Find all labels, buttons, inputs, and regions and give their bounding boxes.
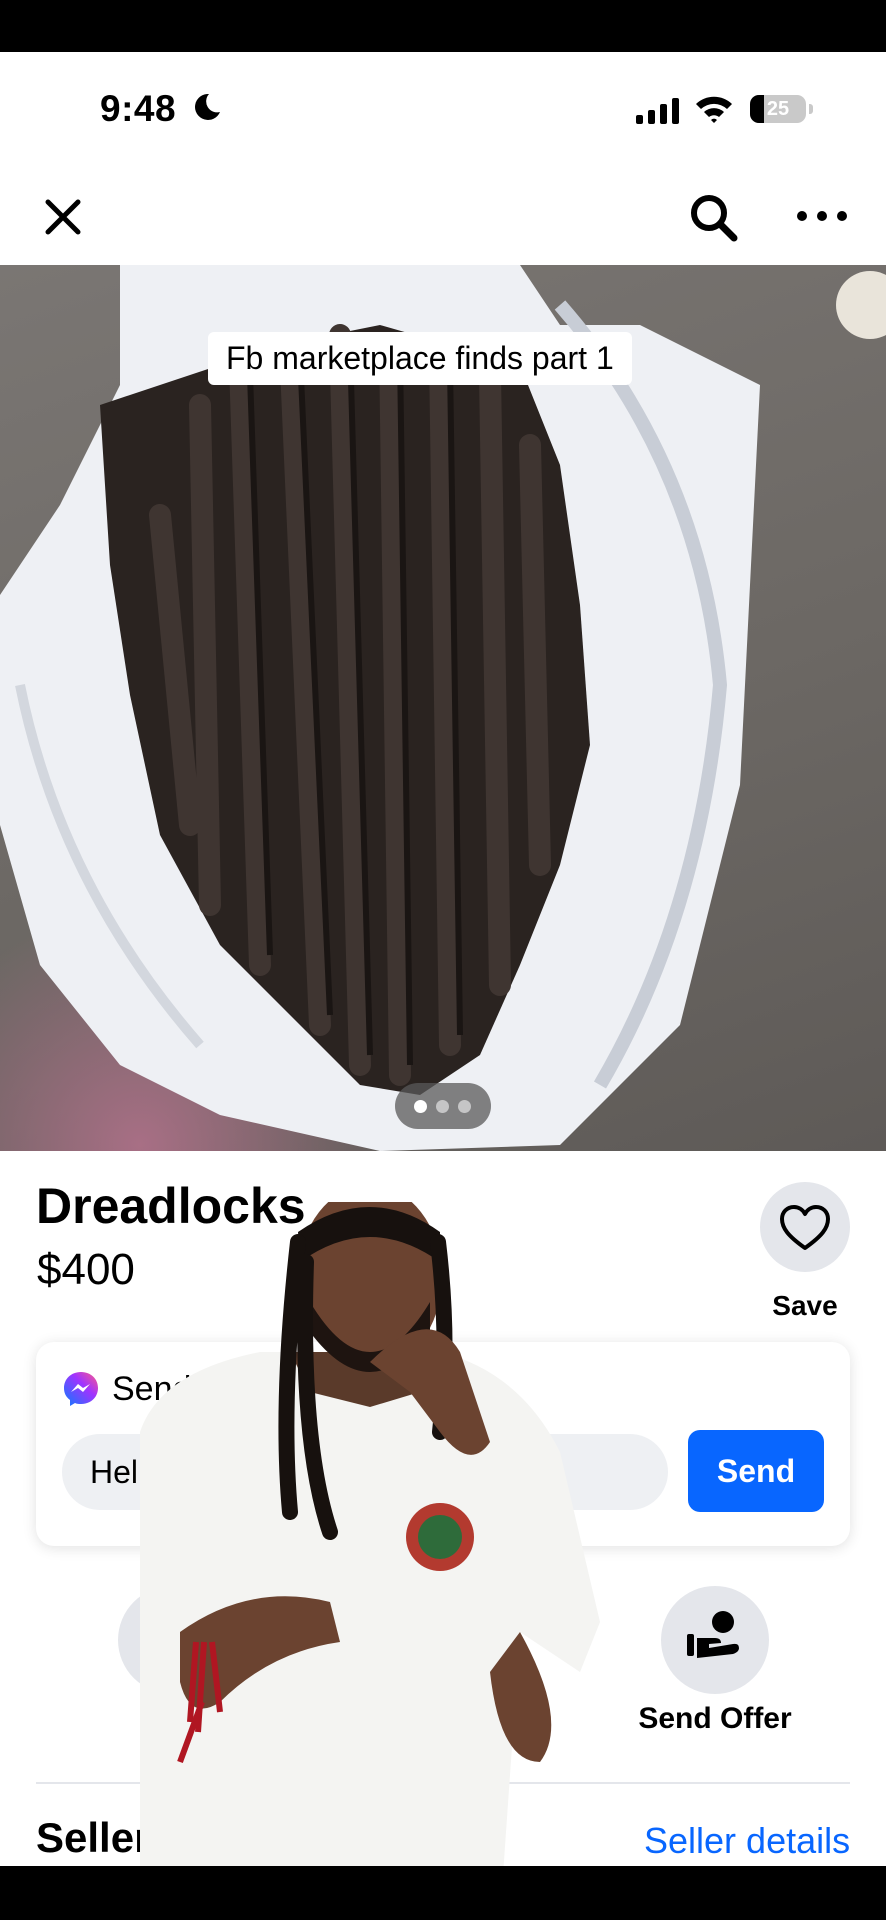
pager-dot-3 [458, 1100, 471, 1113]
pager-dot-1 [414, 1100, 427, 1113]
bottom-letterbox [0, 1866, 886, 1920]
wifi-icon [696, 96, 732, 123]
video-caption: Fb marketplace finds part 1 [208, 332, 632, 385]
pager-dot-2 [436, 1100, 449, 1113]
heart-icon [780, 1205, 830, 1250]
presenter-image [140, 1202, 600, 1866]
send-offer-button[interactable] [661, 1586, 769, 1694]
listing-photo[interactable] [0, 265, 886, 1151]
send-button[interactable]: Send [688, 1430, 824, 1512]
save-button[interactable] [760, 1182, 850, 1272]
send-offer-label: Send Offer [638, 1702, 792, 1735]
search-icon[interactable] [688, 192, 740, 244]
listing-price: $400 [37, 1245, 135, 1294]
messenger-icon [64, 1372, 98, 1406]
moon-icon [195, 93, 220, 120]
status-time: 9:48 [100, 88, 177, 129]
close-icon[interactable] [40, 194, 86, 240]
top-letterbox [0, 0, 886, 52]
battery-percent: 25 [766, 98, 790, 120]
battery-indicator: 25 [750, 95, 813, 123]
photo-pager[interactable] [395, 1083, 491, 1129]
cellular-signal-icon [636, 98, 679, 124]
more-options-icon[interactable] [796, 204, 848, 228]
save-label: Save [772, 1290, 838, 1321]
battery-nub [809, 104, 813, 114]
marketplace-listing-screen: 9:48 25 Fb marketplace finds part 1 Drea… [0, 52, 886, 1866]
send-offer-icon [687, 1611, 739, 1658]
top-nav [0, 164, 886, 264]
status-bar: 9:48 25 [0, 52, 886, 164]
dreadlocks-in-bag-image [0, 265, 886, 1151]
presenter-overlay [140, 1202, 600, 1866]
seller-details-link[interactable]: Seller details [644, 1820, 850, 1862]
